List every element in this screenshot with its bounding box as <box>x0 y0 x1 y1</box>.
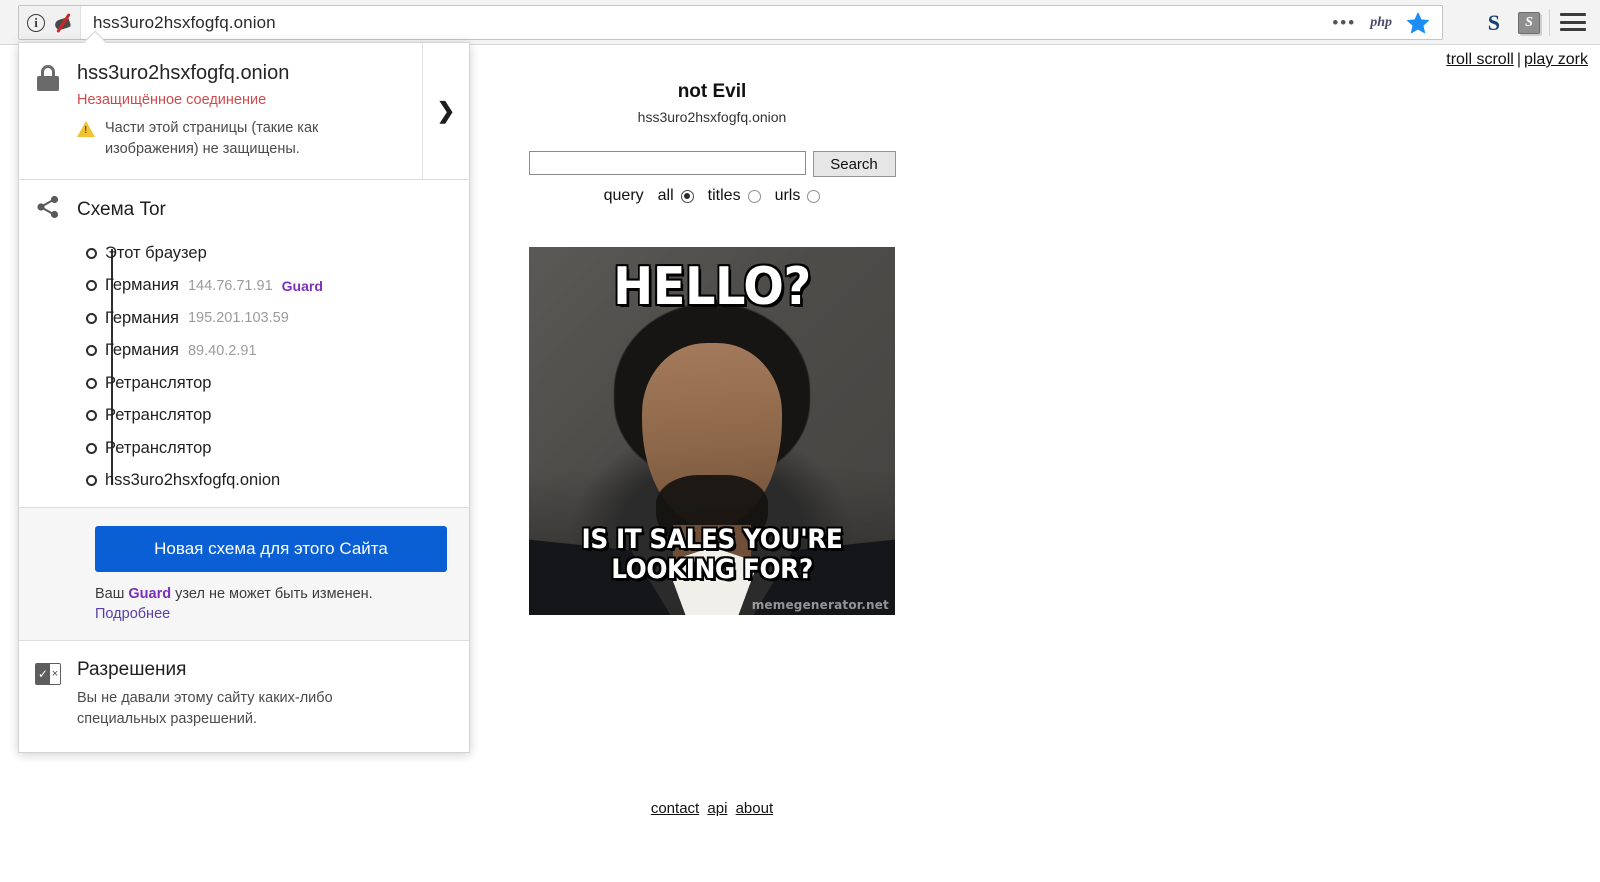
circuit-node-dot <box>86 312 97 324</box>
star-icon[interactable] <box>1406 11 1430 35</box>
page-actions-icon[interactable]: ••• <box>1332 14 1356 31</box>
hamburger-menu-icon[interactable] <box>1560 11 1586 33</box>
circuit-node: Этот браузер <box>86 237 469 270</box>
url-text[interactable]: hss3uro2hsxfogfq.onion <box>81 13 1332 33</box>
top-links-separator: | <box>1516 51 1521 68</box>
circuit-node-name: Ретранслятор <box>105 373 212 392</box>
tor-circuit-title: Схема Tor <box>77 198 166 220</box>
meme-watermark: memegenerator.net <box>751 598 889 612</box>
meme-bottom-text: IS IT SALES YOU'RE LOOKING FOR? <box>581 524 843 586</box>
site-identity-button[interactable]: i <box>19 6 81 39</box>
search-input[interactable] <box>528 151 806 175</box>
footer-link-contact[interactable]: contact <box>651 800 699 817</box>
security-body: hss3uro2hsxfogfq.onion Незащищённое соед… <box>77 61 469 159</box>
permissions-icon-wrap: ✓ × <box>19 659 77 730</box>
meme-top-text: HELLO? <box>613 257 811 317</box>
radio-all[interactable] <box>680 189 694 203</box>
circuit-node: Германия 144.76.71.91 Guard <box>86 270 469 303</box>
security-warning: Части этой страницы (такие как изображен… <box>77 118 459 159</box>
url-bar-actions: ••• php <box>1332 11 1442 35</box>
security-status: Незащищённое соединение <box>77 92 267 108</box>
circuit-node: Германия 89.40.2.91 <box>86 335 469 368</box>
circuit-node: hss3uro2hsxfogfq.onion <box>86 465 469 498</box>
footer-links: contact api about <box>0 800 1424 817</box>
tor-circuit-header: Схема Tor <box>19 194 469 225</box>
circuit-node-name: Германия <box>105 341 179 360</box>
circuit-node: Ретранслятор <box>86 367 469 400</box>
radio-urls[interactable] <box>807 189 821 203</box>
learn-more-link[interactable]: Подробнее <box>95 606 469 622</box>
radio-option-all[interactable]: all <box>658 187 694 205</box>
site-identity-panel: hss3uro2hsxfogfq.onion Незащищённое соед… <box>18 30 470 754</box>
guard-note-prefix: Ваш <box>95 586 129 603</box>
permissions-check-glyph: ✓ <box>36 664 50 685</box>
circuit-share-icon <box>35 194 61 225</box>
circuit-node-dot <box>86 280 97 292</box>
tor-circuit-list: Этот браузер Германия 144.76.71.91 Guard… <box>19 237 469 497</box>
radio-titles[interactable] <box>747 189 761 203</box>
footer-link-about[interactable]: about <box>736 800 774 817</box>
extension-icons: S S <box>1488 0 1540 45</box>
permissions-icon: ✓ × <box>35 663 61 686</box>
circuit-node: Ретранслятор <box>86 400 469 433</box>
guard-note: Ваш Guard узел не может быть изменен. <box>95 586 469 602</box>
circuit-node-ip: 195.201.103.59 <box>187 310 289 327</box>
meme-image: HELLO? IS IT SALES YOU'RE LOOKING FOR? m… <box>529 247 895 615</box>
circuit-node-ip: 89.40.2.91 <box>187 342 257 359</box>
permissions-section: ✓ × Разрешения Вы не давали этому сайту … <box>19 641 469 752</box>
circuit-node-name: Этот браузер <box>105 243 207 262</box>
top-right-links: troll scroll | play zork <box>1446 51 1588 69</box>
search-button[interactable]: Search <box>812 151 896 177</box>
circuit-node-dot <box>86 247 97 259</box>
lock-icon-wrap <box>19 61 77 159</box>
warning-triangle-icon <box>77 121 95 137</box>
circuit-node-guard-tag: Guard <box>281 277 323 294</box>
radio-label-all: all <box>657 187 674 204</box>
footer-link-api[interactable]: api <box>707 800 727 817</box>
toolbar-divider <box>1549 9 1550 36</box>
circuit-node-name: Ретранслятор <box>105 438 212 457</box>
guard-note-suffix: узел не может быть изменен. <box>171 586 373 603</box>
query-label: query <box>603 187 644 204</box>
php-extension-icon[interactable]: php <box>1370 15 1392 31</box>
circuit-node-name: hss3uro2hsxfogfq.onion <box>105 471 281 490</box>
browser-toolbar: i hss3uro2hsxfogfq.onion ••• php S S <box>0 0 1600 45</box>
circuit-node-name: Германия <box>105 308 179 327</box>
circuit-node-dot <box>86 410 97 422</box>
link-play-zork[interactable]: play zork <box>1524 51 1588 68</box>
permissions-body: Разрешения Вы не давали этому сайту каки… <box>77 659 377 730</box>
tor-circuit-section: Схема Tor Этот браузер Германия 144.76.7… <box>19 180 469 507</box>
extension-icon-gray-s[interactable]: S <box>1518 11 1540 34</box>
info-circle-icon[interactable]: i <box>27 13 45 32</box>
extension-icon-blue-s[interactable]: S <box>1488 10 1500 36</box>
new-circuit-section: Новая схема для этого Сайта Ваш Guard уз… <box>19 507 469 642</box>
guard-note-tag: Guard <box>128 586 172 603</box>
circuit-node-ip: 144.76.71.91 <box>187 277 273 294</box>
circuit-node-dot <box>86 442 97 454</box>
radio-label-urls: urls <box>774 187 801 204</box>
radio-label-titles: titles <box>707 187 741 204</box>
tor-icon-wrap <box>19 194 77 225</box>
radio-option-urls[interactable]: urls <box>775 187 821 205</box>
circuit-node: Германия 195.201.103.59 <box>86 302 469 335</box>
chevron-right-icon[interactable]: ❯ <box>422 43 469 180</box>
permissions-text: Вы не давали этому сайту каких-либо спец… <box>77 690 333 728</box>
circuit-node-dot <box>86 345 97 357</box>
security-warning-text: Части этой страницы (такие как изображен… <box>105 120 319 157</box>
new-circuit-button[interactable]: Новая схема для этого Сайта <box>95 526 447 573</box>
circuit-node: Ретранслятор <box>86 432 469 465</box>
lock-icon <box>37 65 59 91</box>
permissions-cross-glyph: × <box>50 664 60 685</box>
circuit-node-name: Ретранслятор <box>105 406 212 425</box>
security-section: hss3uro2hsxfogfq.onion Незащищённое соед… <box>19 43 469 181</box>
noscript-icon[interactable] <box>52 12 74 33</box>
circuit-node-dot <box>86 475 97 487</box>
link-troll-scroll[interactable]: troll scroll <box>1446 51 1514 68</box>
url-bar[interactable]: i hss3uro2hsxfogfq.onion ••• php <box>18 5 1443 40</box>
circuit-node-dot <box>86 377 97 389</box>
radio-option-titles[interactable]: titles <box>708 187 761 205</box>
permissions-title: Разрешения <box>77 659 187 681</box>
circuit-node-name: Германия <box>105 276 179 295</box>
security-host: hss3uro2hsxfogfq.onion <box>77 62 290 84</box>
